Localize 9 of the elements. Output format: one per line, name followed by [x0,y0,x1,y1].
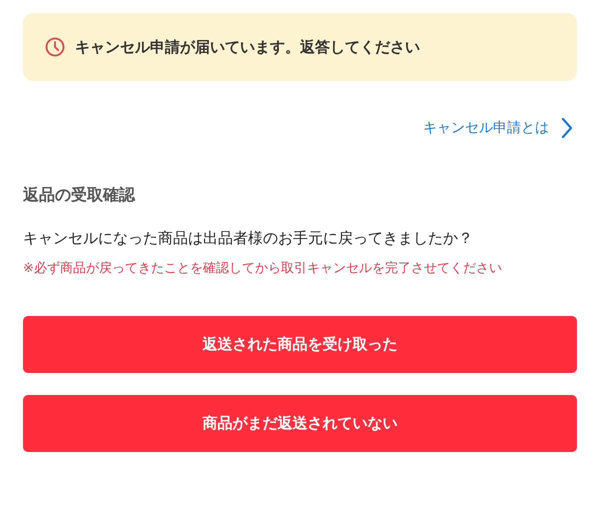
action-button[interactable]: 返送された商品を受け取った [23,316,577,372]
chevron-right-icon [561,117,573,139]
action-button[interactable]: 商品がまだ返送されていない [23,394,577,452]
warning-text: ※必ず商品が戻ってきたことを確認してから取引キャンセルを完了させてください [23,260,503,278]
notice-text: キャンセル申請が届いています。返答してください [75,36,420,58]
help-link[interactable]: キャンセル申請とは [423,117,573,139]
clock-icon [45,37,65,57]
section-title: 返品の受取確認 [23,184,136,206]
question-text: キャンセルになった商品は出品者様のお手元に戻ってきましたか？ [23,228,474,249]
